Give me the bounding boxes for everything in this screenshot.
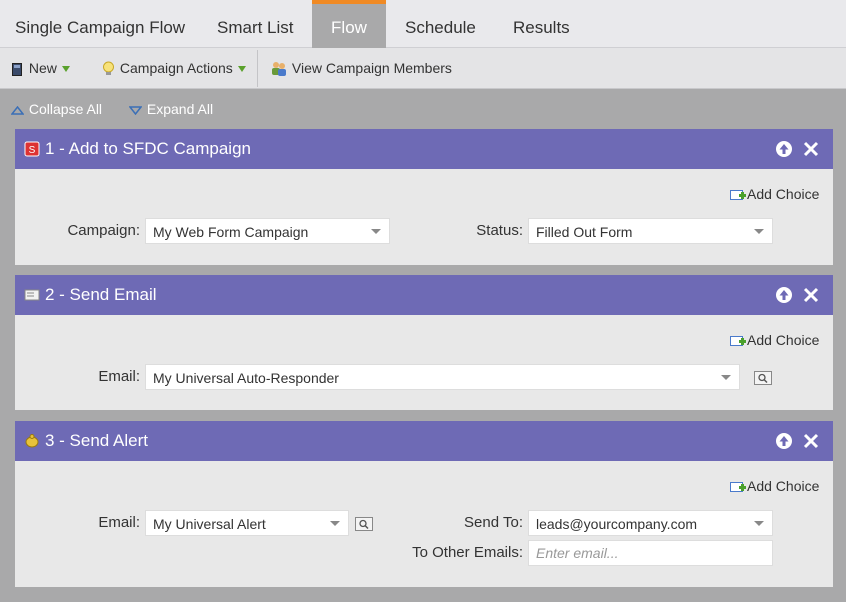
chevron-down-icon xyxy=(754,229,764,234)
close-icon[interactable] xyxy=(802,140,820,158)
email-label: Email: xyxy=(98,368,140,385)
email-value: My Universal Auto-Responder xyxy=(153,370,339,386)
add-choice-label: Add Choice xyxy=(747,186,820,202)
step-title: 3 - Send Alert xyxy=(45,431,149,450)
flow-step-2: 2 - Send Email Add Choice Email: My Univ… xyxy=(15,275,833,410)
new-button[interactable]: New xyxy=(12,48,70,89)
email-select[interactable]: My Universal Auto-Responder xyxy=(145,364,740,390)
add-choice-label: Add Choice xyxy=(747,478,820,494)
close-icon[interactable] xyxy=(802,432,820,450)
campaign-actions-button[interactable]: Campaign Actions xyxy=(102,48,246,89)
alert-email-select[interactable]: My Universal Alert xyxy=(145,510,349,536)
view-campaign-members-button[interactable]: View Campaign Members xyxy=(271,48,452,89)
collapse-all-button[interactable]: Collapse All xyxy=(11,98,102,120)
people-icon xyxy=(272,62,286,77)
add-choice-label: Add Choice xyxy=(747,332,820,348)
add-choice-button[interactable]: Add Choice xyxy=(730,476,819,496)
chevron-down-icon xyxy=(237,66,246,73)
new-icon xyxy=(12,62,22,76)
tab-results[interactable]: Results xyxy=(513,0,570,48)
preview-icon[interactable] xyxy=(355,517,373,531)
alert-email-value: My Universal Alert xyxy=(153,516,266,532)
chevron-down-icon xyxy=(371,229,381,234)
step-title: 2 - Send Email xyxy=(45,285,157,304)
step-header: S 1 - Add to SFDC Campaign xyxy=(15,129,833,169)
move-up-icon[interactable] xyxy=(775,140,793,158)
step-header: 3 - Send Alert xyxy=(15,421,833,461)
add-choice-icon xyxy=(730,335,746,346)
send-to-value: leads@yourcompany.com xyxy=(536,516,698,532)
send-to-label: Send To: xyxy=(464,514,523,531)
tab-bar: Single Campaign Flow Smart List Flow Sch… xyxy=(0,0,846,48)
sfdc-icon: S xyxy=(24,141,40,157)
email-icon xyxy=(24,289,40,301)
close-icon[interactable] xyxy=(802,286,820,304)
email-label: Email: xyxy=(98,514,140,531)
status-select[interactable]: Filled Out Form xyxy=(528,218,773,244)
tab-smart-list[interactable]: Smart List xyxy=(217,0,294,48)
expand-all-button[interactable]: Expand All xyxy=(129,98,213,120)
move-up-icon[interactable] xyxy=(775,286,793,304)
chevron-down-icon xyxy=(129,106,142,115)
new-label: New xyxy=(28,60,57,76)
toolbar: New Campaign Actions View Campaign Membe… xyxy=(0,48,846,89)
tab-flow[interactable]: Flow xyxy=(312,0,386,48)
add-choice-icon xyxy=(730,189,746,200)
chevron-down-icon xyxy=(330,521,340,526)
other-emails-label: To Other Emails: xyxy=(412,544,523,561)
lightbulb-icon xyxy=(103,61,114,76)
expand-all-label: Expand All xyxy=(146,101,214,117)
chevron-up-icon xyxy=(11,105,24,115)
view-members-label: View Campaign Members xyxy=(291,60,452,76)
alert-icon xyxy=(25,434,39,448)
status-value: Filled Out Form xyxy=(536,224,633,240)
status-label: Status: xyxy=(476,222,523,239)
campaign-actions-label: Campaign Actions xyxy=(119,60,233,76)
move-up-icon[interactable] xyxy=(775,432,793,450)
toolbar-divider xyxy=(257,50,258,87)
tab-schedule[interactable]: Schedule xyxy=(405,0,476,48)
svg-text:S: S xyxy=(29,145,36,156)
tab-single-campaign-flow[interactable]: Single Campaign Flow xyxy=(15,0,185,48)
campaign-label: Campaign: xyxy=(67,222,140,239)
step-title: 1 - Add to SFDC Campaign xyxy=(45,139,251,158)
flow-step-1: S 1 - Add to SFDC Campaign Add Choice Ca… xyxy=(15,129,833,265)
send-to-select[interactable]: leads@yourcompany.com xyxy=(528,510,773,536)
campaign-select[interactable]: My Web Form Campaign xyxy=(145,218,390,244)
add-choice-button[interactable]: Add Choice xyxy=(730,330,819,350)
chevron-down-icon xyxy=(721,375,731,380)
flow-step-3: 3 - Send Alert Add Choice Email: My Univ… xyxy=(15,421,833,587)
chevron-down-icon xyxy=(61,66,70,73)
chevron-down-icon xyxy=(754,521,764,526)
other-emails-input[interactable] xyxy=(528,540,773,566)
step-header: 2 - Send Email xyxy=(15,275,833,315)
preview-icon[interactable] xyxy=(754,371,772,385)
add-choice-icon xyxy=(730,481,746,492)
campaign-value: My Web Form Campaign xyxy=(153,224,309,240)
add-choice-button[interactable]: Add Choice xyxy=(730,184,819,204)
collapse-all-label: Collapse All xyxy=(28,101,103,117)
